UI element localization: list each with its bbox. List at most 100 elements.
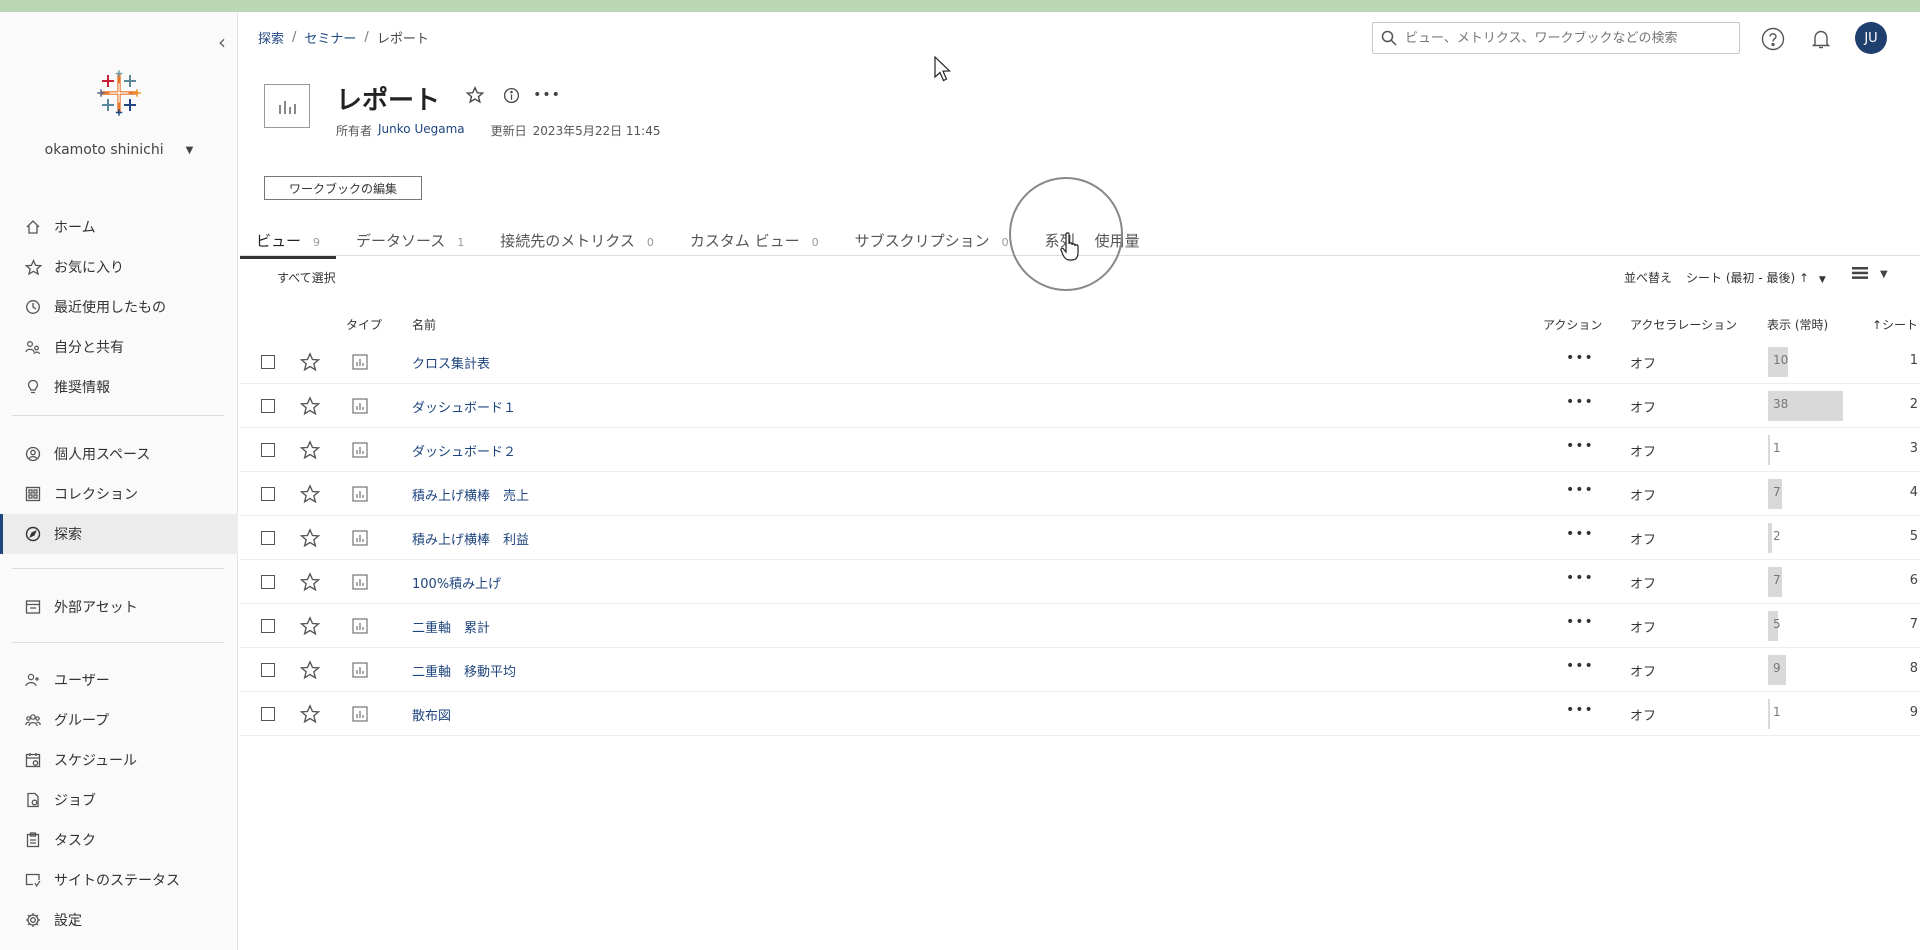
sidebar-item-settings[interactable]: 設定 xyxy=(0,900,238,940)
settings-icon xyxy=(22,909,44,931)
row-checkbox[interactable] xyxy=(261,399,275,413)
view-mode-dropdown[interactable]: ▼ xyxy=(1852,267,1888,282)
search-input[interactable] xyxy=(1405,30,1725,46)
collapse-sidebar-chevron-icon[interactable]: ‹ xyxy=(212,30,232,54)
sheet-number: 4 xyxy=(1909,485,1918,500)
favorite-star-icon[interactable] xyxy=(299,440,321,460)
sidebar-item-tasks[interactable]: タスク xyxy=(0,820,238,860)
sidebar-item-label: ユーザー xyxy=(54,673,110,689)
favorite-star-icon[interactable] xyxy=(299,396,321,416)
help-icon[interactable] xyxy=(1758,24,1788,54)
favorite-star-icon[interactable] xyxy=(299,704,321,724)
table-row[interactable]: ダッシュボード２ ••• オフ 1 3 xyxy=(240,428,1920,472)
tab-connected-metrics[interactable]: 接続先のメトリクス 0 xyxy=(500,230,654,254)
tab-custom-views[interactable]: カスタム ビュー 0 xyxy=(690,230,819,254)
sidebar-item-site-status[interactable]: サイトのステータス xyxy=(0,860,238,900)
info-icon[interactable] xyxy=(500,84,522,106)
sheet-number: 7 xyxy=(1909,617,1918,632)
table-row[interactable]: 散布図 ••• オフ 1 9 xyxy=(240,692,1920,736)
tab-count: 9 xyxy=(313,236,321,249)
row-actions-button[interactable]: ••• xyxy=(1566,526,1594,542)
sidebar-item-external-assets[interactable]: 外部アセット xyxy=(0,587,238,627)
sidebar-divider xyxy=(12,415,224,416)
views-count: 38 xyxy=(1773,397,1789,411)
sidebar-item-schedules[interactable]: スケジュール xyxy=(0,740,238,780)
sidebar-item-shared-with-me[interactable]: 自分と共有 xyxy=(0,327,238,367)
breadcrumb-link[interactable]: 探索 xyxy=(258,28,284,47)
edit-workbook-button[interactable]: ワークブックの編集 xyxy=(264,176,422,200)
sidebar-item-recents[interactable]: 最近使用したもの xyxy=(0,287,238,327)
row-actions-button[interactable]: ••• xyxy=(1566,570,1594,586)
favorite-star-icon[interactable] xyxy=(299,352,321,372)
row-checkbox[interactable] xyxy=(261,531,275,545)
sidebar-item-recommendations[interactable]: 推奨情報 xyxy=(0,367,238,407)
row-checkbox[interactable] xyxy=(261,487,275,501)
sort-dropdown[interactable]: シート (最初 - 最後) ↑ ▼ xyxy=(1686,269,1826,286)
sidebar-item-personal-space[interactable]: 個人用スペース xyxy=(0,434,238,474)
view-name-link[interactable]: 積み上げ横棒 利益 xyxy=(412,529,529,548)
view-name-link[interactable]: 散布図 xyxy=(412,705,451,724)
owner-link[interactable]: Junko Uegama xyxy=(378,122,465,139)
table-row[interactable]: ダッシュボード１ ••• オフ 38 2 xyxy=(240,384,1920,428)
favorite-star-icon[interactable] xyxy=(299,660,321,680)
view-name-link[interactable]: ダッシュボード１ xyxy=(412,397,516,416)
sidebar-item-label: ホーム xyxy=(54,220,96,236)
favorite-star-icon[interactable] xyxy=(299,572,321,592)
row-checkbox[interactable] xyxy=(261,663,275,677)
row-actions-button[interactable]: ••• xyxy=(1566,614,1594,630)
column-header-name[interactable]: 名前 xyxy=(412,316,436,333)
row-actions-button[interactable]: ••• xyxy=(1566,394,1594,410)
row-checkbox[interactable] xyxy=(261,355,275,369)
views-count: 10 xyxy=(1773,353,1789,367)
row-actions-button[interactable]: ••• xyxy=(1566,350,1594,366)
favorite-star-icon[interactable] xyxy=(299,528,321,548)
view-name-link[interactable]: 二重軸 移動平均 xyxy=(412,661,516,680)
user-icon xyxy=(22,669,44,691)
sidebar-item-users[interactable]: ユーザー xyxy=(0,660,238,700)
tab-views[interactable]: ビュー 9 xyxy=(239,230,337,259)
row-actions-button[interactable]: ••• xyxy=(1566,658,1594,674)
table-row[interactable]: 積み上げ横棒 売上 ••• オフ 7 4 xyxy=(240,472,1920,516)
row-checkbox[interactable] xyxy=(261,443,275,457)
tab-data-sources[interactable]: データソース 1 xyxy=(356,230,464,254)
sidebar-item-collections[interactable]: コレクション xyxy=(0,474,238,514)
table-row[interactable]: 100%積み上げ ••• オフ 7 6 xyxy=(240,560,1920,604)
user-menu[interactable]: okamoto shinichi ▼ xyxy=(0,138,238,162)
table-row[interactable]: 積み上げ横棒 利益 ••• オフ 2 5 xyxy=(240,516,1920,560)
avatar[interactable]: JU xyxy=(1855,22,1887,54)
favorite-star-icon[interactable] xyxy=(299,484,321,504)
view-name-link[interactable]: ダッシュボード２ xyxy=(412,441,516,460)
more-actions-icon[interactable]: ••• xyxy=(533,84,560,106)
sidebar-item-explore[interactable]: 探索 xyxy=(0,514,238,554)
sidebar-item-groups[interactable]: グループ xyxy=(0,700,238,740)
table-row[interactable]: クロス集計表 ••• オフ 10 1 xyxy=(240,340,1920,384)
tab-subscriptions[interactable]: サブスクリプション 0 xyxy=(855,230,1009,254)
sidebar-item-favorites[interactable]: お気に入り xyxy=(0,247,238,287)
sidebar-item-jobs[interactable]: ジョブ xyxy=(0,780,238,820)
column-header-views[interactable]: 表示 (常時) xyxy=(1767,316,1828,333)
notifications-bell-icon[interactable] xyxy=(1806,24,1836,54)
view-type-icon xyxy=(352,442,368,458)
view-name-link[interactable]: 二重軸 累計 xyxy=(412,617,490,636)
sidebar-item-home[interactable]: ホーム xyxy=(0,207,238,247)
favorite-star-icon[interactable] xyxy=(299,616,321,636)
search-box[interactable] xyxy=(1372,22,1740,54)
row-checkbox[interactable] xyxy=(261,575,275,589)
row-actions-button[interactable]: ••• xyxy=(1566,438,1594,454)
owner-label: 所有者 xyxy=(336,124,373,138)
breadcrumb-link[interactable]: セミナー xyxy=(304,28,356,47)
row-actions-button[interactable]: ••• xyxy=(1566,702,1594,718)
view-name-link[interactable]: 積み上げ横棒 売上 xyxy=(412,485,529,504)
view-name-link[interactable]: 100%積み上げ xyxy=(412,573,501,592)
tableau-logo-icon[interactable] xyxy=(96,70,142,116)
favorite-star-icon[interactable] xyxy=(464,84,486,106)
table-row[interactable]: 二重軸 移動平均 ••• オフ 9 8 xyxy=(240,648,1920,692)
row-checkbox[interactable] xyxy=(261,707,275,721)
column-header-sheet[interactable]: ↑シート xyxy=(1872,316,1918,333)
row-checkbox[interactable] xyxy=(261,619,275,633)
column-header-acceleration[interactable]: アクセラレーション xyxy=(1630,316,1737,333)
view-name-link[interactable]: クロス集計表 xyxy=(412,353,490,372)
row-actions-button[interactable]: ••• xyxy=(1566,482,1594,498)
table-row[interactable]: 二重軸 累計 ••• オフ 5 7 xyxy=(240,604,1920,648)
select-all-link[interactable]: すべて選択 xyxy=(277,269,336,286)
